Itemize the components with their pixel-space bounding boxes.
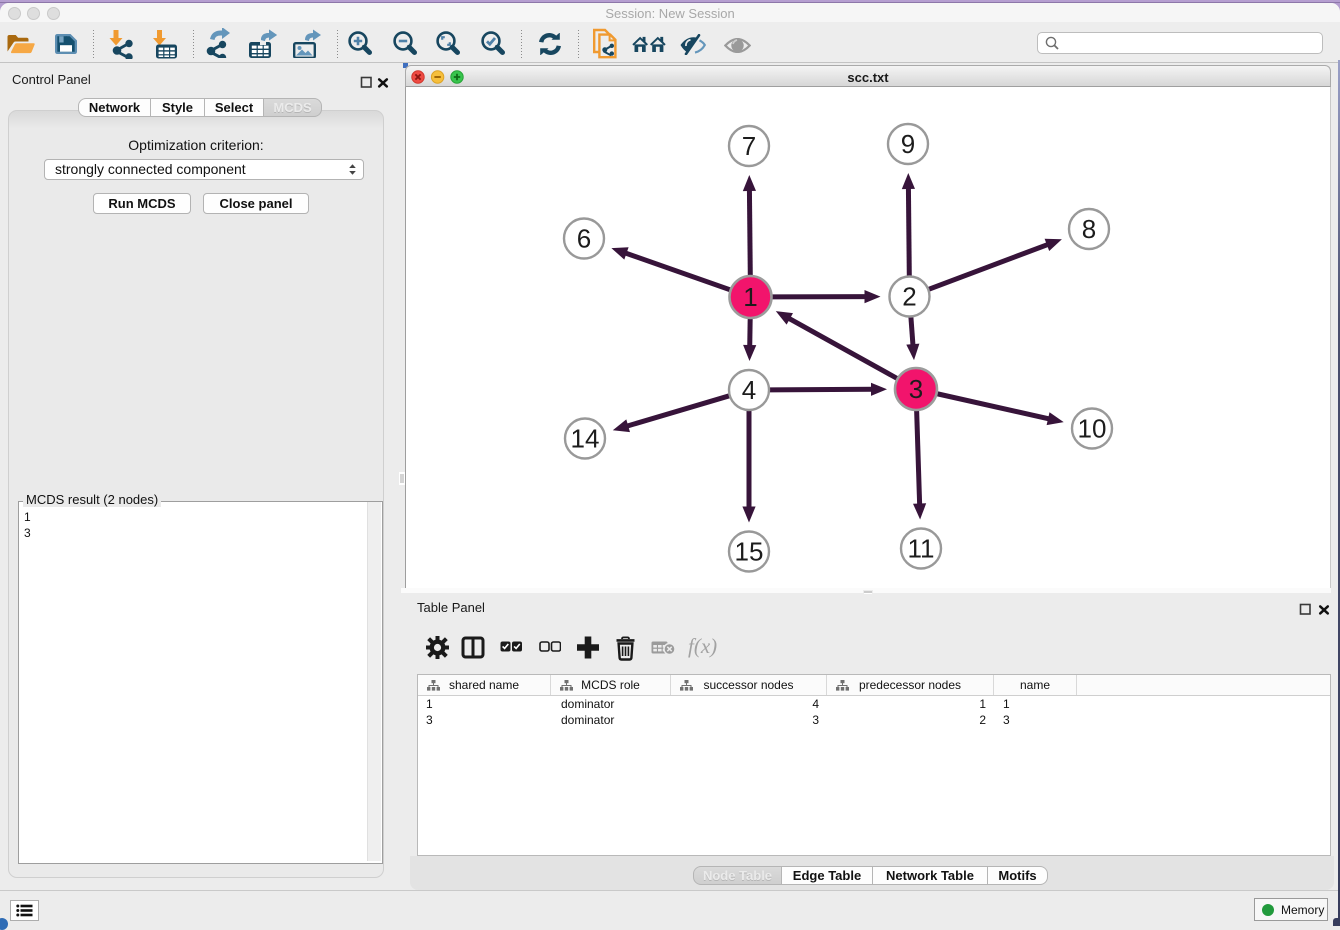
svg-text:14: 14	[571, 424, 600, 454]
svg-text:8: 8	[1082, 214, 1096, 244]
svg-text:1: 1	[743, 282, 757, 312]
svg-text:11: 11	[908, 534, 935, 564]
svg-text:15: 15	[735, 537, 764, 567]
svg-text:10: 10	[1078, 414, 1107, 444]
svg-text:4: 4	[742, 375, 756, 405]
svg-text:3: 3	[909, 374, 923, 404]
svg-text:9: 9	[901, 129, 915, 159]
svg-text:2: 2	[902, 282, 916, 312]
svg-text:7: 7	[742, 131, 756, 161]
svg-text:6: 6	[577, 224, 591, 254]
